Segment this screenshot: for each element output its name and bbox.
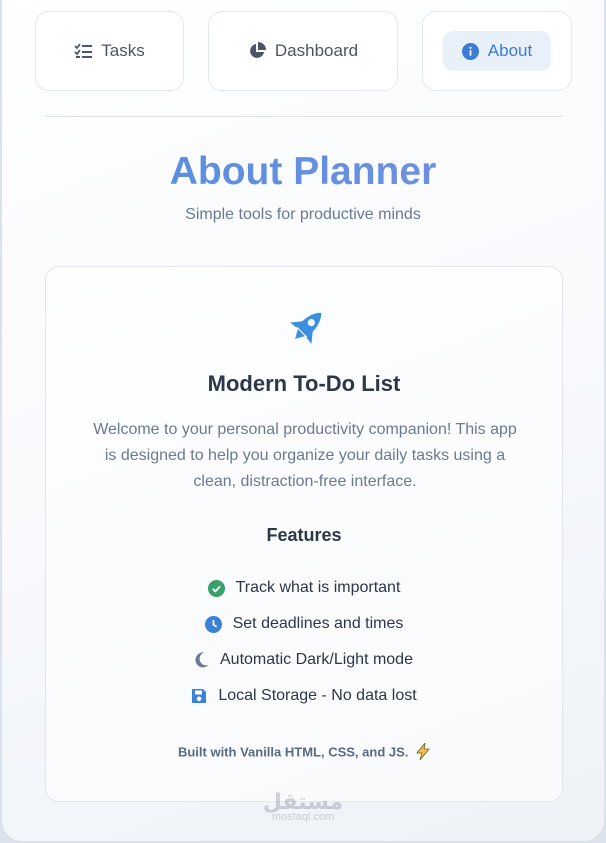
page-subtitle: Simple tools for productive minds (185, 206, 421, 223)
tab-about-label: About (487, 41, 533, 60)
header-divider (45, 116, 563, 117)
feature-label: Local Storage - No data lost (218, 687, 417, 704)
feature-item: Set deadlines and times (46, 606, 562, 642)
tab-tasks-label: Tasks (101, 41, 145, 60)
pie-chart-icon (248, 42, 266, 60)
feature-label: Set deadlines and times (232, 615, 404, 632)
page-title: About Planner (0, 150, 606, 194)
feature-item: Local Storage - No data lost (46, 678, 562, 714)
feature-item: Track what is important (46, 570, 562, 606)
built-with-text: Built with Vanilla HTML, CSS, and JS. (177, 744, 409, 760)
moon-icon (195, 652, 209, 668)
tab-dashboard-label: Dashboard (274, 41, 359, 60)
tasks-list-icon (74, 43, 93, 59)
features-list: Track what is important Set deadlines an… (46, 570, 562, 714)
rocket-icon (279, 303, 331, 355)
feature-item: Automatic Dark/Light mode (46, 642, 562, 678)
watermark-latin: mostaql.com (271, 811, 335, 823)
tab-about-active-pill: About (443, 31, 551, 71)
features-heading: Features (266, 525, 342, 545)
about-card: Modern To-Do List Welcome to your person… (45, 266, 563, 802)
save-icon (191, 688, 207, 704)
info-icon (461, 42, 479, 60)
lightning-icon (416, 741, 430, 763)
built-with-footer: Built with Vanilla HTML, CSS, and JS. (46, 741, 562, 763)
clock-icon (204, 615, 222, 633)
tab-dashboard[interactable]: Dashboard (208, 11, 398, 91)
tab-tasks[interactable]: Tasks (35, 11, 184, 91)
check-circle-icon (207, 579, 225, 597)
watermark-logo: مستقل mostaql.com (0, 790, 606, 823)
card-title: Modern To-Do List (207, 371, 401, 396)
feature-label: Automatic Dark/Light mode (220, 651, 413, 668)
feature-label: Track what is important (235, 579, 401, 596)
top-nav: Tasks Dashboard About (0, 11, 606, 91)
tab-about[interactable]: About (422, 11, 572, 91)
welcome-text: Welcome to your personal productivity co… (93, 421, 517, 490)
